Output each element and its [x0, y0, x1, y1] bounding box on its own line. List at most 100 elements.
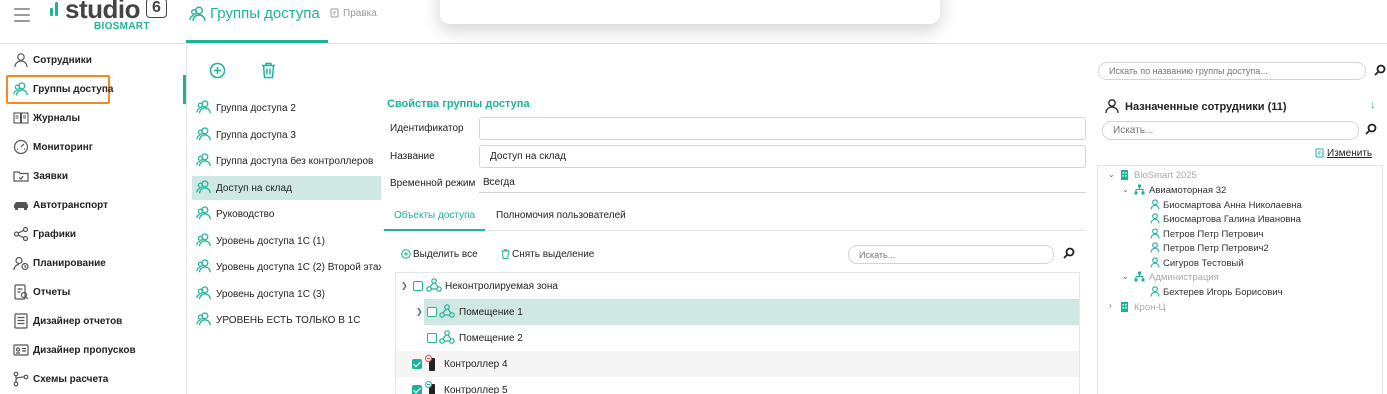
sidebar-item-report-designer[interactable]: Дизайнер отчетов [0, 307, 186, 336]
list-item[interactable]: Группа доступа 3 [192, 123, 381, 147]
tree-label: Контроллер 4 [444, 359, 508, 370]
assigned-tree: ⌄ BioSmart 2025 ⌄ Авиамоторная 32 Биосма… [1097, 165, 1383, 394]
edit-icon [330, 8, 340, 18]
list-item-label: Уровень доступа 1С (2) Второй этаж [216, 262, 381, 273]
sidebar-item-label: Дизайнер пропусков [33, 345, 136, 356]
tab-edit[interactable]: Правка [330, 8, 377, 19]
tree-row-selected[interactable]: ❯ Помещение 1 [416, 299, 1079, 325]
sidebar-item-access-groups[interactable]: Группы доступа [0, 75, 186, 104]
change-button[interactable]: Изменить [1315, 148, 1372, 159]
objects-search-input[interactable] [848, 245, 1054, 264]
group-icon [196, 205, 212, 221]
add-group-button[interactable] [209, 62, 226, 79]
sidebar-item-reports[interactable]: Отчеты [0, 278, 186, 307]
list-item[interactable]: Уровень доступа 1С (1) [192, 229, 381, 253]
tree-label: Биосмартова Анна Николаевна [1163, 200, 1302, 211]
hamburger-menu-icon[interactable] [14, 8, 30, 22]
tree-checkbox-checked[interactable] [412, 359, 422, 369]
list-item[interactable]: Группа доступа без контроллеров [192, 149, 381, 173]
group-icon [196, 126, 212, 142]
tree-row[interactable]: Контроллер 4 [396, 351, 1079, 377]
group-icon [196, 258, 212, 274]
chevron-down-icon[interactable]: ❯ [401, 281, 408, 290]
group-icon [196, 232, 212, 248]
tab-access-objects[interactable]: Объекты доступа [384, 210, 486, 231]
tree-checkbox[interactable] [427, 333, 437, 343]
list-item-label: Руководство [216, 209, 275, 220]
name-label: Название [390, 151, 435, 162]
chevron-right-icon[interactable]: › [1109, 301, 1112, 310]
list-item-label: Доступ на склад [216, 183, 292, 194]
tab-user-permissions[interactable]: Полномочия пользователей [496, 210, 626, 231]
tree-checkbox[interactable] [413, 281, 423, 291]
list-item[interactable]: Уровень доступа 1С (3) [192, 282, 381, 306]
sidebar-item-vehicles[interactable]: Автотранспорт [0, 191, 186, 220]
tree-label: Неконтролируемая зона [445, 281, 558, 292]
name-field[interactable] [479, 145, 1086, 168]
tree-label: Биосмартова Галина Ивановна [1163, 214, 1301, 225]
app-header: studio 6 BIOSMART Группы доступа Правка [0, 0, 1387, 44]
sidebar-item-charts[interactable]: Графики [0, 220, 186, 249]
list-item[interactable]: Уровень доступа 1С (2) Второй этаж [192, 255, 381, 279]
access-group-list: Группа доступа 2 Группа доступа 3 Группа… [192, 95, 381, 394]
report-designer-icon [13, 313, 29, 329]
tree-label: Сигуров Тестовый [1163, 258, 1244, 269]
tab-access-groups[interactable]: Группы доступа [186, 0, 328, 44]
planning-icon [13, 255, 29, 271]
select-all-button[interactable]: Выделить все [401, 249, 478, 260]
chevron-down-icon[interactable]: ⌄ [1122, 185, 1129, 194]
sidebar-item-calc-schemes[interactable]: Схемы расчета [0, 365, 186, 394]
chevron-down-icon[interactable]: ⌄ [1122, 272, 1129, 281]
sidebar-item-employees[interactable]: Сотрудники [0, 46, 186, 75]
list-item-selected[interactable]: Доступ на склад [192, 176, 381, 200]
sidebar-item-requests[interactable]: Заявки [0, 162, 186, 191]
sidebar-item-pass-designer[interactable]: Дизайнер пропусков [0, 336, 186, 365]
group-icon [189, 5, 207, 23]
sidebar-item-planning[interactable]: Планирование [0, 249, 186, 278]
group-icon [196, 99, 212, 115]
list-item[interactable]: Руководство [192, 202, 381, 226]
tree-label: BioSmart 2025 [1134, 170, 1197, 181]
access-objects-tree: ❯ Неконтролируемая зона ❯ Помещение 1 По… [395, 272, 1080, 394]
assigned-search-input[interactable] [1102, 121, 1359, 140]
person-icon [1150, 286, 1160, 297]
sidebar-item-journals[interactable]: Журналы [0, 104, 186, 133]
tree-label: Бехтерев Игорь Борисович [1163, 287, 1283, 298]
tree-label: Петров Петр Петрович2 [1163, 243, 1269, 254]
tree-row[interactable]: Контроллер 5 [396, 377, 1079, 394]
plus-circle-icon [401, 249, 411, 260]
sidebar-item-label: Отчеты [33, 287, 71, 298]
list-item-label: УРОВЕНЬ ЕСТЬ ТОЛЬКО В 1С [216, 315, 361, 326]
search-icon[interactable] [1063, 247, 1075, 259]
tree-row[interactable]: Помещение 2 [396, 325, 1079, 351]
tree-label: Контроллер 5 [444, 385, 508, 394]
id-field[interactable] [479, 117, 1086, 140]
unselect-button[interactable]: Снять выделение [501, 249, 594, 260]
plus-circle-icon [209, 62, 226, 79]
tree-checkbox[interactable] [427, 307, 437, 317]
person-icon [1150, 199, 1160, 210]
chevron-down-icon[interactable]: ⌄ [1108, 170, 1115, 179]
tree-checkbox-checked[interactable] [412, 385, 422, 394]
group-icon [196, 285, 212, 301]
tree-row[interactable]: ❯ Неконтролируемая зона [396, 273, 1079, 299]
chevron-down-icon [483, 178, 1082, 184]
person-icon [1150, 213, 1160, 224]
person-icon [1150, 242, 1160, 253]
person-icon [1150, 257, 1160, 268]
group-search-input[interactable] [1098, 62, 1366, 80]
list-item[interactable]: УРОВЕНЬ ЕСТЬ ТОЛЬКО В 1С [192, 308, 381, 332]
org-icon [1134, 184, 1145, 195]
sidebar-item-monitoring[interactable]: Мониторинг [0, 133, 186, 162]
time-mode-select[interactable]: Всегда [479, 173, 1086, 193]
arrow-down-icon[interactable]: ↓ [1370, 99, 1376, 111]
report-icon [13, 284, 29, 300]
search-icon[interactable] [1374, 64, 1386, 76]
chevron-right-icon[interactable]: ❯ [416, 307, 423, 316]
active-tab-underline [186, 40, 328, 43]
edit-icon [1315, 148, 1325, 158]
list-item[interactable]: Группа доступа 2 [192, 96, 381, 120]
popup-shadow [440, 0, 940, 24]
delete-group-button[interactable] [261, 62, 276, 79]
search-icon[interactable] [1365, 123, 1377, 135]
